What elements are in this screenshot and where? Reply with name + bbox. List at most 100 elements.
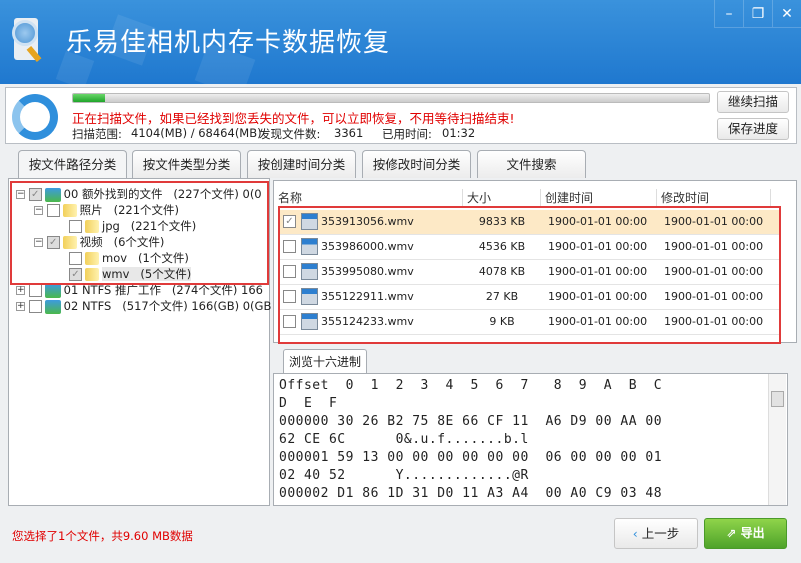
column-header-modified[interactable]: 修改时间 <box>657 189 771 206</box>
file-row[interactable]: 355124233.wmv 9 KB 1900-01-01 00:00 1900… <box>279 310 779 335</box>
tab-by-created[interactable]: 按创建时间分类 <box>247 150 356 178</box>
video-file-icon <box>301 213 318 230</box>
collapse-icon[interactable]: − <box>34 238 43 247</box>
drive-icon <box>44 283 61 298</box>
scan-range-label: 扫描范围: <box>72 127 122 141</box>
tree-node-videos[interactable]: − ✓ 视频 (6个文件) <box>34 234 164 250</box>
collapse-icon[interactable]: − <box>34 206 43 215</box>
elapsed-label: 已用时间: <box>382 127 432 141</box>
app-title: 乐易佳相机内存卡数据恢复 <box>66 28 391 58</box>
progress-fill <box>73 94 105 102</box>
export-label: 导出 <box>740 526 765 540</box>
tab-hex-view[interactable]: 浏览十六进制 <box>283 349 367 374</box>
tree-node-ntfs-01[interactable]: + 01 NTFS 推广工作 (274个文件) 166 <box>16 282 263 298</box>
tree-count: (221个文件) <box>130 219 197 233</box>
file-row[interactable]: 353995080.wmv 4078 KB 1900-01-01 00:00 1… <box>279 260 779 285</box>
file-name: 353986000.wmv <box>321 240 414 253</box>
magnifier-icon <box>12 20 38 46</box>
file-name: 355124233.wmv <box>321 315 414 328</box>
expand-icon[interactable]: + <box>16 286 25 295</box>
file-size: 27 KB <box>485 290 519 303</box>
export-button[interactable]: ⇗ 导出 <box>704 518 787 549</box>
file-created: 1900-01-01 00:00 <box>548 240 648 253</box>
file-size: 9 KB <box>489 315 515 328</box>
tree-node-jpg[interactable]: jpg (221个文件) <box>69 218 196 234</box>
checkbox[interactable] <box>69 252 82 265</box>
drive-icon <box>44 187 61 202</box>
close-button[interactable]: ✕ <box>772 0 801 28</box>
hex-line: 000000 30 26 B2 75 8E 66 CF 11 A6 D9 00 … <box>279 414 663 429</box>
scan-progress-bar <box>72 93 710 103</box>
file-modified: 1900-01-01 00:00 <box>664 315 764 328</box>
hex-line: D E F <box>279 396 338 411</box>
tab-file-search[interactable]: 文件搜索 <box>477 150 586 178</box>
back-button[interactable]: ‹ 上一步 <box>614 518 698 549</box>
tree-node-ntfs-02[interactable]: + 02 NTFS (517个文件) 166(GB) 0(GB <box>16 298 271 314</box>
file-row[interactable]: 355122911.wmv 27 KB 1900-01-01 00:00 190… <box>279 285 779 310</box>
minimize-button[interactable]: – <box>714 0 743 28</box>
file-modified: 1900-01-01 00:00 <box>664 240 764 253</box>
file-created: 1900-01-01 00:00 <box>548 290 648 303</box>
found-value: 3361 <box>334 126 364 140</box>
checkbox[interactable] <box>69 220 82 233</box>
scan-range-value: 4104(MB) / 68464(MB) <box>131 126 262 140</box>
checkbox[interactable] <box>283 315 296 328</box>
tree-label: 00 额外找到的文件 <box>63 187 163 201</box>
video-file-icon <box>301 238 318 255</box>
tree-label: wmv <box>102 267 130 281</box>
folder-icon <box>85 252 99 265</box>
tree-label: 01 NTFS 推广工作 <box>63 283 161 297</box>
video-file-icon <box>301 263 318 280</box>
tab-by-type[interactable]: 按文件类型分类 <box>132 150 241 178</box>
file-row[interactable]: 353986000.wmv 4536 KB 1900-01-01 00:00 1… <box>279 235 779 260</box>
back-label: 上一步 <box>641 526 680 541</box>
tree-count: (5个文件) <box>140 267 192 281</box>
checkbox[interactable] <box>283 240 296 253</box>
tree-label: mov <box>102 251 128 265</box>
tree-node-wmv[interactable]: ✓ wmv (5个文件) <box>69 266 192 282</box>
checkbox[interactable]: ✓ <box>28 188 42 201</box>
elapsed-value: 01:32 <box>442 126 476 140</box>
chevron-left-icon: ‹ <box>632 526 642 541</box>
checkbox[interactable]: ✓ <box>46 236 60 249</box>
continue-scan-button[interactable]: 继续扫描 <box>717 91 789 113</box>
scrollbar[interactable] <box>768 374 786 505</box>
collapse-icon[interactable]: − <box>16 190 25 199</box>
folder-icon <box>62 204 77 217</box>
checkbox[interactable] <box>28 284 42 297</box>
checkbox[interactable] <box>28 300 42 313</box>
restore-button[interactable]: ❐ <box>743 0 772 28</box>
file-size: 4078 KB <box>478 265 526 278</box>
tree-node-extra[interactable]: − ✓ 00 额外找到的文件 (227个文件) 0(0 <box>16 186 262 202</box>
column-header-name[interactable]: 名称 <box>274 189 463 206</box>
file-row[interactable]: ✓ 353913056.wmv 9833 KB 1900-01-01 00:00… <box>279 210 779 235</box>
found-label: 发现文件数: <box>259 127 321 141</box>
column-header-size[interactable]: 大小 <box>463 189 541 206</box>
file-list: 名称 大小 创建时间 修改时间 ✓ 353913056.wmv 9833 KB … <box>273 180 797 343</box>
tab-by-path[interactable]: 按文件路径分类 <box>18 150 127 179</box>
hex-line: 000001 59 13 00 00 00 00 00 00 06 00 00 … <box>279 450 663 465</box>
checkbox[interactable] <box>283 290 296 303</box>
scroll-thumb[interactable] <box>771 391 784 407</box>
column-header-created[interactable]: 创建时间 <box>541 189 657 206</box>
file-name: 353913056.wmv <box>321 215 414 228</box>
hex-line: 02 40 52 Y.............@R <box>279 468 529 483</box>
export-icon: ⇗ <box>726 526 741 540</box>
checkbox[interactable]: ✓ <box>69 268 82 281</box>
save-progress-button[interactable]: 保存进度 <box>717 118 789 140</box>
checkbox[interactable] <box>46 204 60 217</box>
checkbox[interactable]: ✓ <box>283 215 296 228</box>
tree-label: 02 NTFS <box>63 299 112 313</box>
expand-icon[interactable]: + <box>16 302 25 311</box>
hex-line: 62 CE 6C 0&.u.f.......b.l <box>279 432 529 447</box>
checkbox[interactable] <box>283 265 296 278</box>
folder-icon <box>85 268 99 281</box>
scan-message: 正在扫描文件，如果已经找到您丢失的文件，可以立即恢复，不用等待扫描结束! <box>72 111 515 126</box>
file-created: 1900-01-01 00:00 <box>548 315 648 328</box>
tree-node-photos[interactable]: − 照片 (221个文件) <box>34 202 179 218</box>
file-name: 353995080.wmv <box>321 265 414 278</box>
tree-node-mov[interactable]: mov (1个文件) <box>69 250 189 266</box>
file-created: 1900-01-01 00:00 <box>548 265 648 278</box>
tab-by-modified[interactable]: 按修改时间分类 <box>362 150 471 178</box>
scan-logo-icon <box>12 94 58 140</box>
